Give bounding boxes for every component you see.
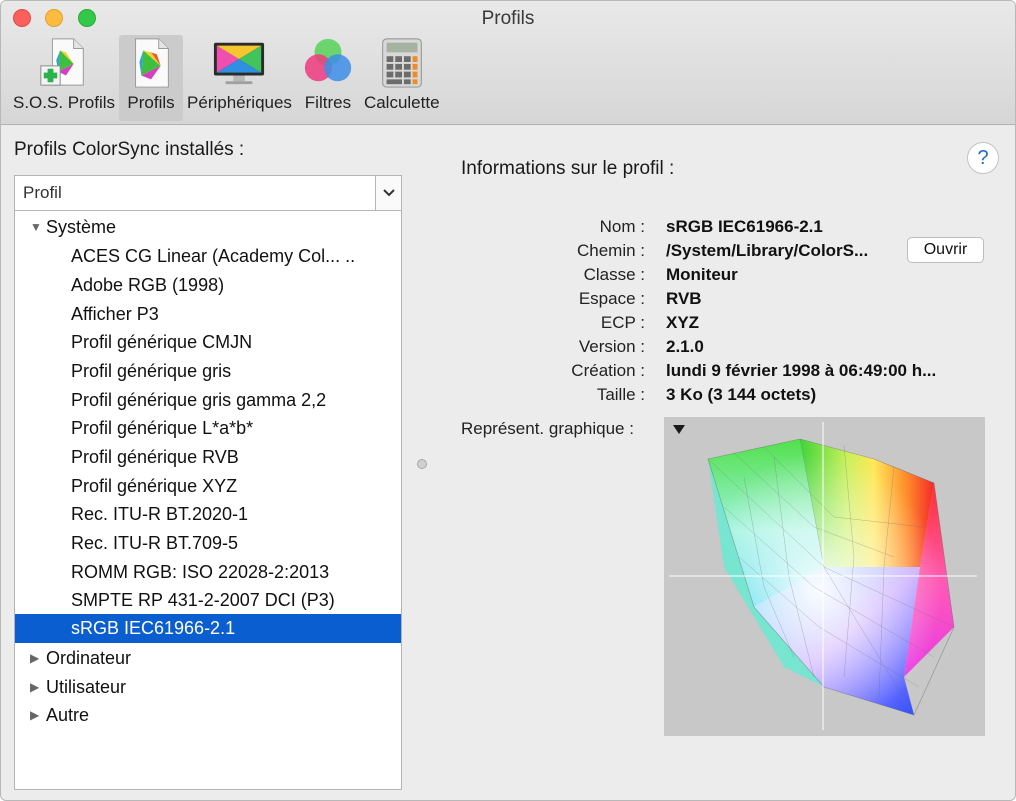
graph-options-triangle-icon[interactable] <box>672 423 686 435</box>
toolbar-label: Calculette <box>363 93 440 112</box>
color-circles-icon <box>304 38 352 82</box>
info-row-created: Création : lundi 9 février 1998 à 06:49:… <box>571 361 937 380</box>
calculator-icon <box>381 38 422 88</box>
toolbar-item-peripheriques[interactable]: Périphériques <box>183 35 296 121</box>
disclosure-collapsed-icon[interactable]: ▶ <box>30 673 39 702</box>
installed-profiles-title: Profils ColorSync installés : <box>14 139 245 160</box>
list-item[interactable]: Profil générique gris <box>15 357 401 386</box>
disclosure-collapsed-icon[interactable]: ▶ <box>30 701 39 730</box>
toolbar-item-profils[interactable]: Profils <box>119 35 184 121</box>
toolbar-label: Filtres <box>304 93 352 112</box>
open-button[interactable]: Ouvrir <box>907 237 984 263</box>
list-item[interactable]: SMPTE RP 431-2-2007 DCI (P3) <box>15 586 401 615</box>
gamut-3d-graph[interactable] <box>664 417 985 736</box>
list-item[interactable]: Rec. ITU-R BT.709-5 <box>15 529 401 558</box>
window-title: Profils <box>481 8 535 29</box>
info-row-class: Classe : Moniteur <box>583 265 738 284</box>
list-item[interactable]: Profil générique CMJN <box>15 328 401 357</box>
list-item[interactable]: Rec. ITU-R BT.2020-1 <box>15 500 401 529</box>
toolbar-item-filtres[interactable]: Filtres <box>296 35 360 121</box>
list-item[interactable]: Profil générique RVB <box>15 443 401 472</box>
profiles-window: Profils S.O.S. Profils Profils Périphéri… <box>0 0 1016 801</box>
first-aid-profile-icon <box>40 38 84 86</box>
toolbar-label: Profils <box>127 93 175 112</box>
info-row-size: Taille : 3 Ko (3 144 octets) <box>596 385 817 404</box>
toolbar: S.O.S. Profils Profils Périphériques Fil… <box>9 35 444 123</box>
info-row-pcs: ECP : XYZ <box>600 313 700 332</box>
info-row-space: Espace : RVB <box>578 289 702 308</box>
list-item[interactable]: ACES CG Linear (Academy Col... .. <box>15 242 401 271</box>
toolbar-label: S.O.S. Profils <box>13 93 116 112</box>
chevron-down-icon[interactable] <box>375 176 401 210</box>
profile-document-icon <box>135 38 169 88</box>
profile-filter-popup[interactable]: Profil <box>14 175 402 211</box>
help-button[interactable]: ? <box>967 142 999 174</box>
profile-info-title: Informations sur le profil : <box>461 158 675 179</box>
gamut-solid-image <box>669 422 977 730</box>
tree-group-ordinateur[interactable]: ▶ Ordinateur <box>15 644 401 673</box>
tree-group-utilisateur[interactable]: ▶ Utilisateur <box>15 673 401 702</box>
split-view-handle[interactable] <box>417 459 427 469</box>
profile-tree[interactable]: ▼ Système ACES CG Linear (Academy Col...… <box>14 210 402 790</box>
titlebar: Profils S.O.S. Profils Profils Périphéri… <box>1 1 1015 125</box>
graph-label: Représent. graphique : <box>461 419 634 438</box>
list-item[interactable]: ROMM RGB: ISO 22028-2:2013 <box>15 558 401 587</box>
tree-group-systeme[interactable]: ▼ Système <box>15 213 401 242</box>
popup-value: Profil <box>23 183 62 202</box>
list-item[interactable]: Profil générique gris gamma 2,2 <box>15 386 401 415</box>
list-item-selected[interactable]: sRGB IEC61966-2.1 <box>15 614 401 643</box>
info-row-version: Version : 2.1.0 <box>578 337 704 356</box>
disclosure-collapsed-icon[interactable]: ▶ <box>30 644 39 673</box>
toolbar-item-calculette[interactable]: Calculette <box>360 35 444 121</box>
tree-group-autre[interactable]: ▶ Autre <box>15 701 401 730</box>
list-item[interactable]: Profil générique XYZ <box>15 472 401 501</box>
disclosure-expanded-icon[interactable]: ▼ <box>30 213 42 242</box>
toolbar-label: Périphériques <box>187 93 292 112</box>
toolbar-item-sos-profils[interactable]: S.O.S. Profils <box>9 35 119 121</box>
list-item[interactable]: Afficher P3 <box>15 300 401 329</box>
list-item[interactable]: Profil générique L*a*b* <box>15 414 401 443</box>
display-icon <box>214 42 265 85</box>
list-item[interactable]: Adobe RGB (1998) <box>15 271 401 300</box>
